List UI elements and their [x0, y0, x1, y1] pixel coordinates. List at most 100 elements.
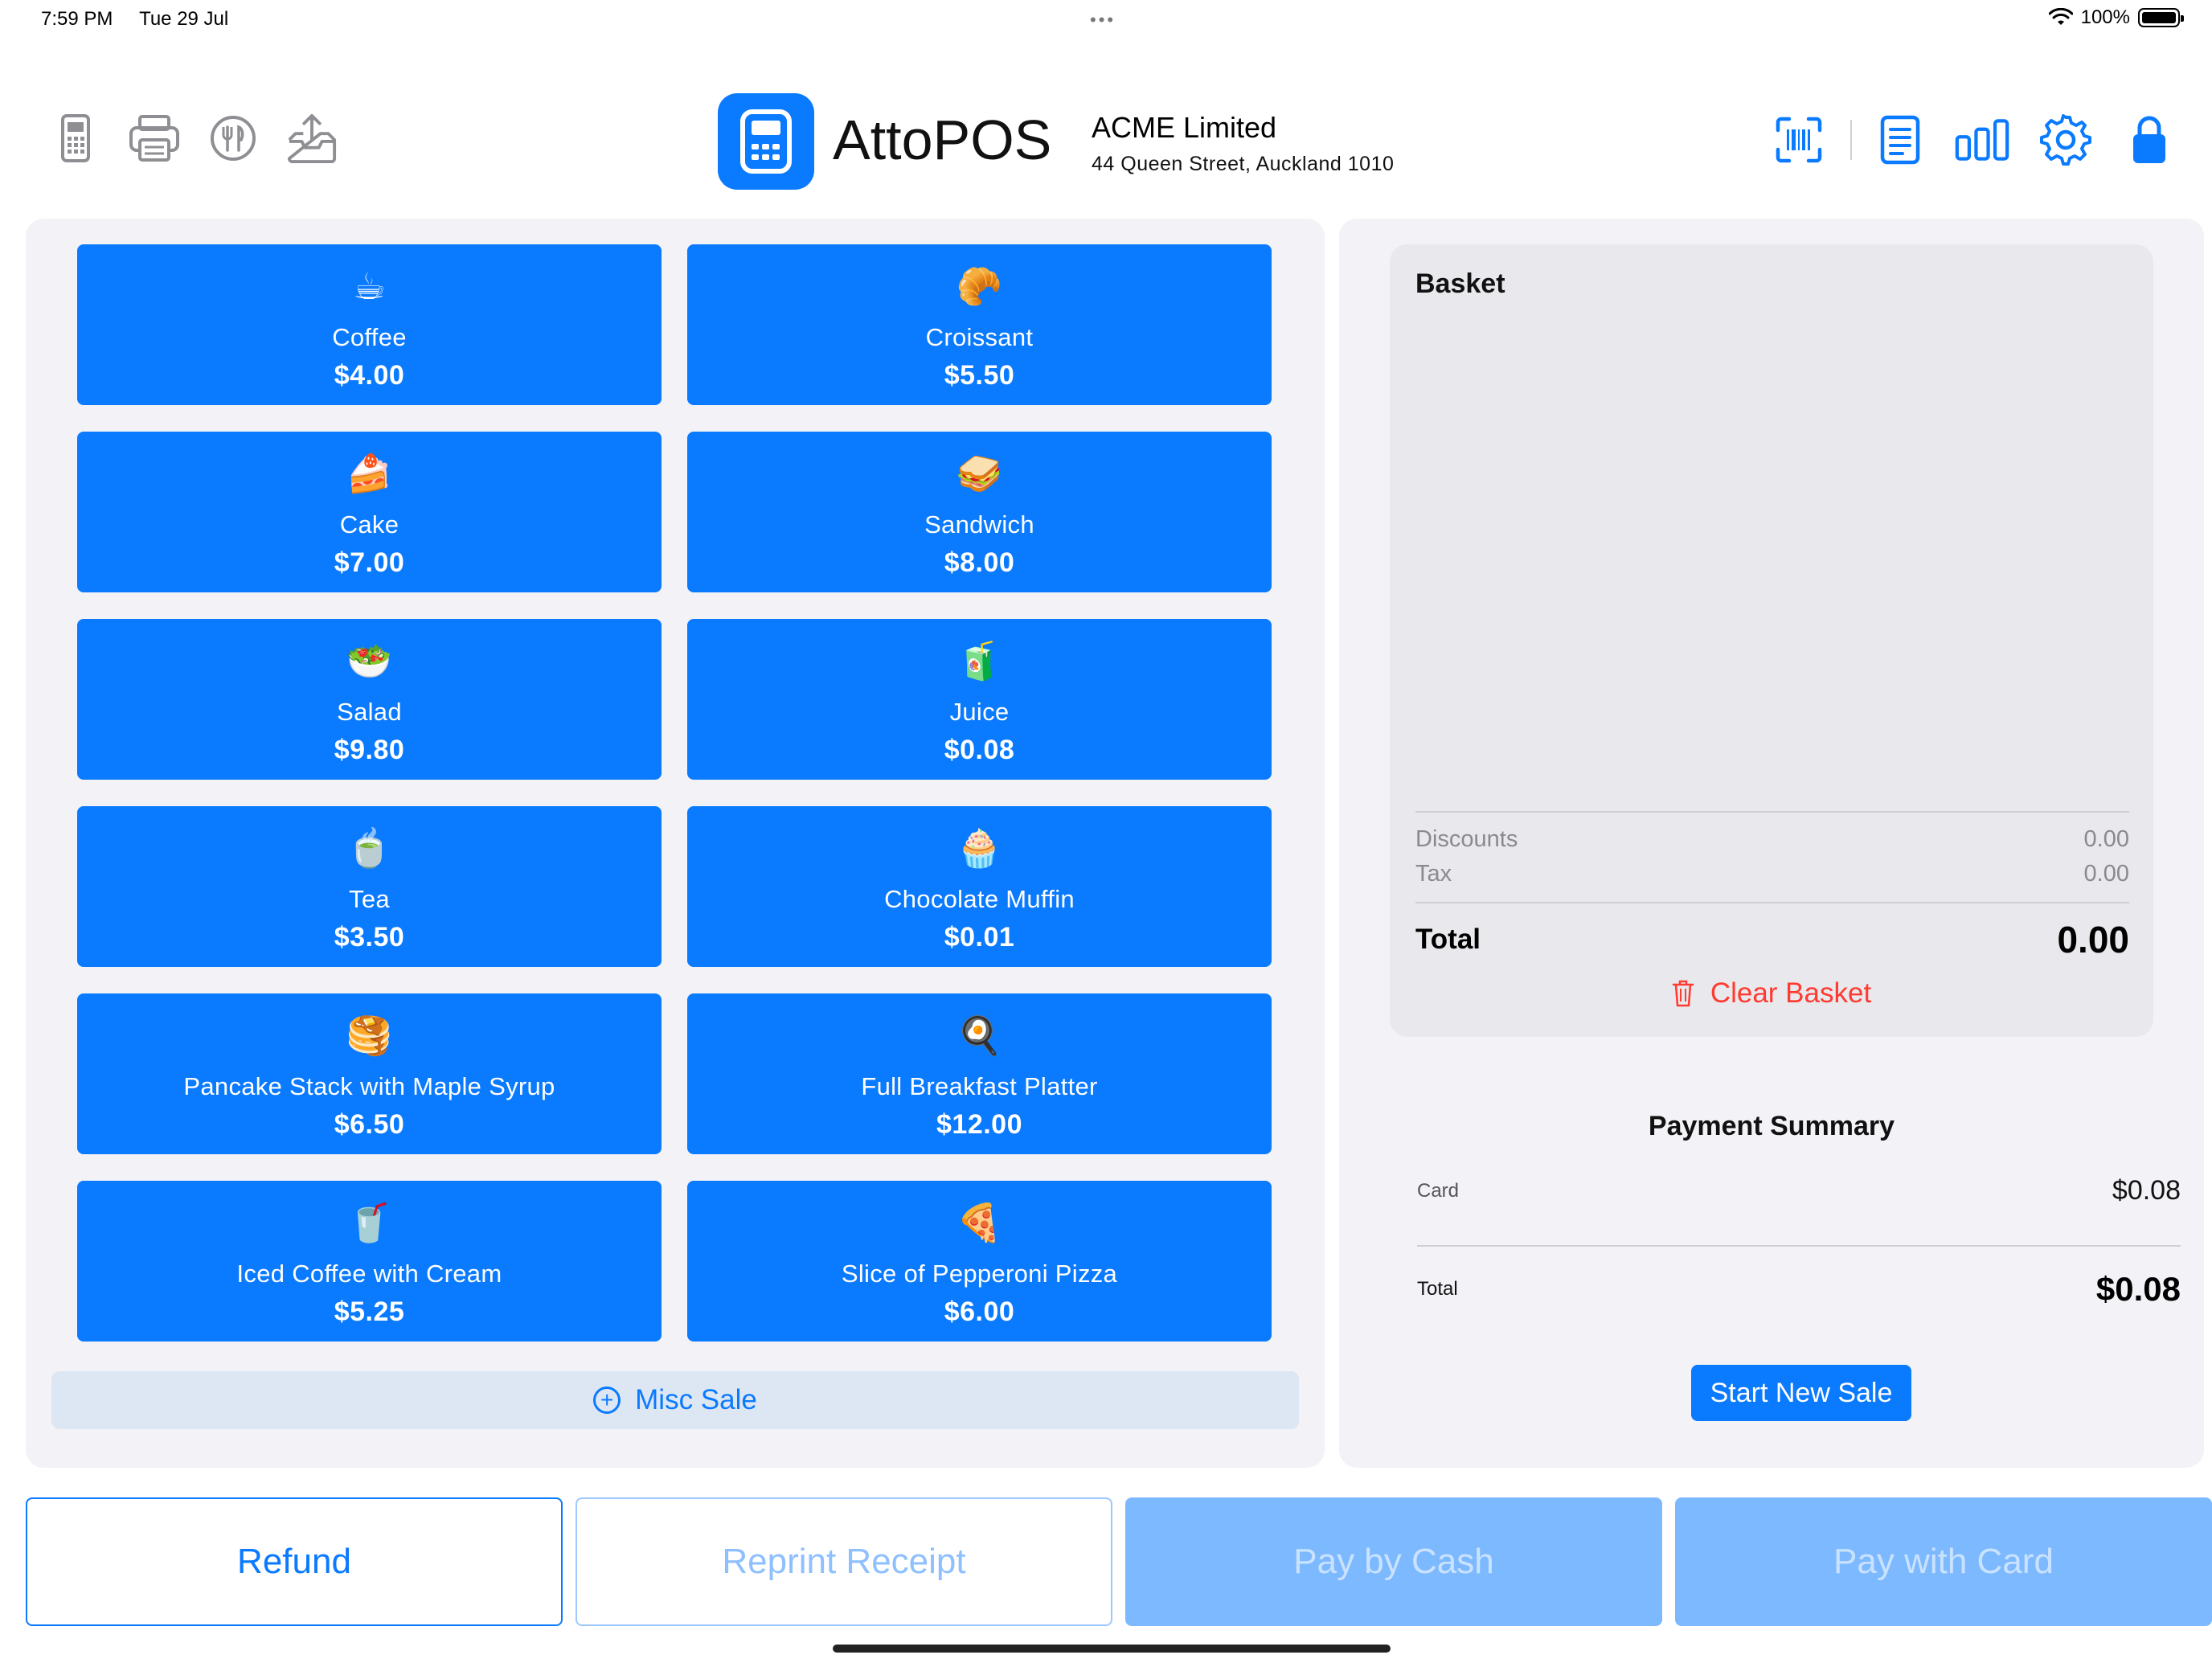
refund-button[interactable]: Refund — [26, 1497, 563, 1626]
trash-icon — [1672, 980, 1694, 1007]
product-tile[interactable]: 🍳 Full Breakfast Platter $12.00 — [687, 993, 1272, 1154]
product-price: $6.00 — [944, 1296, 1015, 1327]
company-info: ACME Limited 44 Queen Street, Auckland 1… — [1092, 111, 1394, 176]
product-price: $5.25 — [334, 1296, 405, 1327]
app-logo — [718, 93, 814, 190]
lock-icon[interactable] — [2122, 113, 2177, 167]
product-price: $12.00 — [936, 1109, 1022, 1140]
app-header: AttoPOS ACME Limited 44 Queen Street, Au… — [0, 88, 2212, 193]
header-left-tools — [50, 113, 338, 164]
misc-sale-label: Misc Sale — [635, 1384, 757, 1415]
discounts-value: 0.00 — [2083, 826, 2129, 852]
product-price: $8.00 — [944, 547, 1015, 578]
product-price: $4.00 — [334, 360, 405, 391]
product-tile[interactable]: 🍵 Tea $3.50 — [77, 806, 662, 967]
multitasking-dots-icon[interactable]: ••• — [1090, 10, 1116, 31]
product-emoji: 🥞 — [346, 1014, 393, 1057]
app-name: AttoPOS — [833, 109, 1052, 171]
company-name: ACME Limited — [1092, 111, 1277, 144]
basket: Basket Discounts 0.00 Tax 0.00 Total 0.0… — [1390, 244, 2153, 1037]
start-new-sale-button[interactable]: Start New Sale — [1691, 1365, 1911, 1421]
wifi-icon — [2048, 8, 2073, 25]
product-name: Chocolate Muffin — [884, 885, 1075, 913]
reprint-receipt-button[interactable]: Reprint Receipt — [576, 1497, 1112, 1626]
product-emoji: 🍕 — [956, 1201, 1003, 1244]
product-name: Coffee — [332, 323, 407, 351]
product-emoji: 🧃 — [956, 639, 1003, 682]
product-tile[interactable]: 🧃 Juice $0.08 — [687, 619, 1272, 780]
plus-circle-icon: + — [593, 1387, 621, 1414]
product-name: Slice of Pepperoni Pizza — [841, 1260, 1118, 1288]
basket-total-value: 0.00 — [2057, 919, 2129, 961]
product-grid: ☕ Coffee $4.00 🥐 Croissant $5.50 🍰 Cake … — [77, 244, 1272, 1342]
basket-total-label: Total — [1415, 924, 1481, 955]
payment-card-row: Card $0.08 — [1417, 1175, 2181, 1206]
product-name: Salad — [337, 698, 402, 726]
home-indicator[interactable] — [833, 1645, 1391, 1653]
clear-basket-button[interactable]: Clear Basket — [1390, 977, 2153, 1010]
barcode-scan-icon[interactable] — [1772, 113, 1826, 167]
product-name: Juice — [949, 698, 1010, 726]
payment-total-label: Total — [1417, 1278, 1458, 1300]
payment-summary: Payment Summary Card $0.08 Total $0.08 S… — [1363, 1087, 2181, 1456]
status-indicators: 100% — [2048, 6, 2184, 29]
misc-sale-button[interactable]: + Misc Sale — [51, 1371, 1299, 1429]
product-emoji: 🥐 — [956, 264, 1003, 308]
status-time: 7:59 PM — [41, 8, 113, 30]
payment-card-value: $0.08 — [2112, 1175, 2181, 1206]
product-name: Pancake Stack with Maple Syrup — [183, 1072, 555, 1100]
pay-by-cash-button[interactable]: Pay by Cash — [1125, 1497, 1662, 1626]
tax-value: 0.00 — [2083, 861, 2129, 887]
tax-row: Tax 0.00 — [1415, 861, 2129, 887]
card-terminal-icon[interactable] — [50, 113, 101, 164]
divider — [1417, 1245, 2181, 1247]
export-icon[interactable] — [286, 113, 338, 164]
product-name: Sandwich — [924, 510, 1034, 539]
tax-label: Tax — [1415, 861, 1452, 887]
payment-total-value: $0.08 — [2095, 1270, 2181, 1308]
product-emoji: 🍳 — [956, 1014, 1003, 1057]
product-emoji: 🥪 — [956, 452, 1003, 495]
basket-title: Basket — [1415, 268, 1505, 299]
checkout-panel: Basket Discounts 0.00 Tax 0.00 Total 0.0… — [1339, 219, 2204, 1468]
divider — [1415, 811, 2129, 813]
header-divider — [1850, 120, 1852, 160]
status-date: Tue 29 Jul — [139, 8, 229, 30]
product-price: $6.50 — [334, 1109, 405, 1140]
discounts-label: Discounts — [1415, 826, 1518, 852]
product-price: $0.01 — [944, 922, 1015, 952]
settings-icon[interactable] — [2038, 113, 2093, 167]
product-tile[interactable]: 🥤 Iced Coffee with Cream $5.25 — [77, 1181, 662, 1342]
product-tile[interactable]: 🍕 Slice of Pepperoni Pizza $6.00 — [687, 1181, 1272, 1342]
product-price: $5.50 — [944, 360, 1015, 391]
product-tile[interactable]: 🍰 Cake $7.00 — [77, 432, 662, 592]
restaurant-icon[interactable] — [207, 113, 259, 164]
product-tile[interactable]: 🥞 Pancake Stack with Maple Syrup $6.50 — [77, 993, 662, 1154]
product-tile[interactable]: 🥐 Croissant $5.50 — [687, 244, 1272, 405]
chart-icon[interactable] — [1955, 113, 2009, 167]
product-name: Iced Coffee with Cream — [236, 1260, 502, 1288]
product-tile[interactable]: 🧁 Chocolate Muffin $0.01 — [687, 806, 1272, 967]
payment-total-row: Total $0.08 — [1417, 1270, 2181, 1309]
product-price: $9.80 — [334, 735, 405, 765]
products-panel: ☕ Coffee $4.00 🥐 Croissant $5.50 🍰 Cake … — [26, 219, 1325, 1468]
notes-icon[interactable] — [1873, 113, 1927, 167]
product-emoji: 🧁 — [956, 826, 1003, 870]
product-price: $7.00 — [334, 547, 405, 578]
payment-card-label: Card — [1417, 1179, 1460, 1202]
battery-icon — [2138, 8, 2184, 27]
product-emoji: 🍵 — [346, 826, 393, 870]
divider — [1415, 902, 2129, 903]
pay-with-card-button[interactable]: Pay with Card — [1675, 1497, 2212, 1626]
product-price: $3.50 — [334, 922, 405, 952]
battery-percent: 100% — [2080, 6, 2130, 28]
product-tile[interactable]: 🥪 Sandwich $8.00 — [687, 432, 1272, 592]
product-name: Tea — [349, 885, 390, 913]
product-tile[interactable]: 🥗 Salad $9.80 — [77, 619, 662, 780]
payment-summary-title: Payment Summary — [1648, 1111, 1895, 1141]
product-price: $0.08 — [944, 735, 1015, 765]
product-name: Cake — [339, 510, 399, 539]
clear-basket-label: Clear Basket — [1710, 977, 1872, 1009]
printer-icon[interactable] — [129, 113, 180, 164]
product-tile[interactable]: ☕ Coffee $4.00 — [77, 244, 662, 405]
